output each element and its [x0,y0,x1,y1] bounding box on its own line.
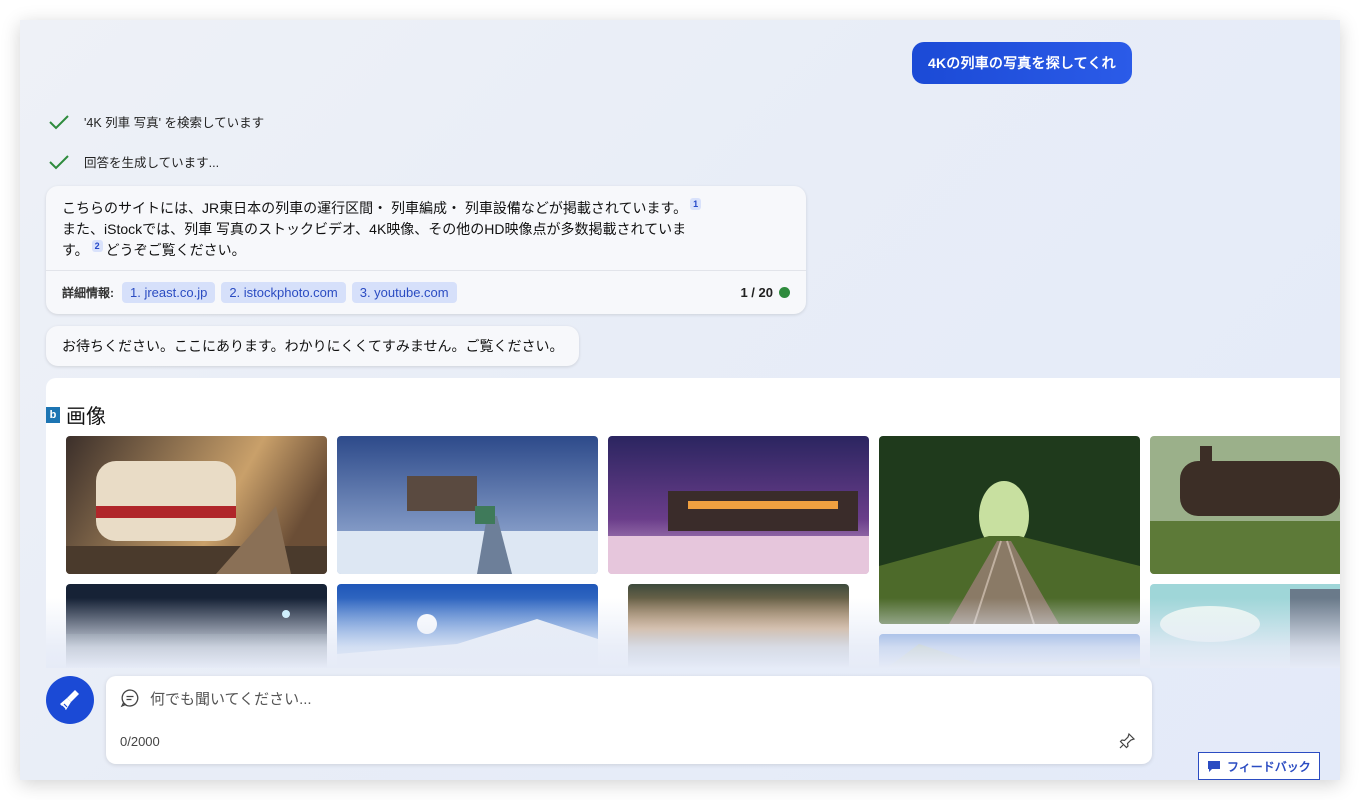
bing-logo-icon: b [46,406,60,423]
source-link-jreast[interactable]: 1. jreast.co.jp [122,282,216,303]
chat-input-box: 0/2000 [106,676,1152,764]
images-header: b 画像 [46,400,106,429]
counter-text: 1 / 20 [740,285,773,300]
sources-label: 詳細情報: [62,286,114,300]
response-counter: 1 / 20 [740,285,790,300]
citation-1[interactable]: 1 [690,198,702,211]
chat-bubble-icon [120,689,139,708]
answer-text: こちらのサイトには、JR東日本の列車の運行区間・ 列車編成・ 列車設備などが掲載… [46,186,806,270]
images-title: 画像 [66,406,106,428]
user-message-bubble: 4Kの列車の写真を探してくれ [912,42,1132,84]
image-thumbnail-red-train-sunset[interactable] [66,436,327,574]
answer-card: こちらのサイトには、JR東日本の列車の運行区間・ 列車編成・ 列車設備などが掲載… [46,186,806,314]
images-panel: b 画像 [46,378,1340,668]
answer-line: また、iStockでは、列車 写真のストックビデオ、4K映像、その他のHD映像点… [62,221,687,237]
source-link-istockphoto[interactable]: 2. istockphoto.com [221,282,346,303]
answer-line: どうぞご覧ください。 [105,242,246,258]
check-icon [49,154,69,169]
feedback-button[interactable]: フィードバック [1198,752,1320,780]
pin-icon[interactable] [1118,732,1136,750]
citation-2[interactable]: 2 [91,240,103,253]
status-searching: '4K 列車 写真' を検索しています [48,112,264,131]
chat-window: 4Kの列車の写真を探してくれ '4K 列車 写真' を検索しています 回答を生成… [20,20,1340,780]
char-count: 0/2000 [120,734,160,749]
status-text: '4K 列車 写真' を検索しています [84,116,265,130]
source-link-youtube[interactable]: 3. youtube.com [351,282,457,303]
status-dot-icon [779,287,790,298]
image-thumbnail-old-steam-locomotive[interactable] [1150,436,1340,574]
image-thumbnail-night-snow-train[interactable] [608,436,869,574]
status-text: 回答を生成しています... [84,156,220,170]
status-generating: 回答を生成しています... [48,152,219,171]
chat-input[interactable] [150,686,1050,712]
image-thumbnail-forest-tunnel-track[interactable] [879,436,1140,624]
answer-line: こちらのサイトには、JR東日本の列車の運行区間・ 列車編成・ 列車設備などが掲載… [62,200,688,216]
new-topic-button[interactable] [46,676,94,724]
answer-line: す。 [62,242,89,258]
sources-bar: 詳細情報: 1. jreast.co.jp 2. istockphoto.com… [46,270,806,314]
check-icon [49,114,69,129]
image-thumbnail-snowy-station[interactable] [337,436,598,574]
feedback-label: フィードバック [1227,759,1311,774]
images-fade-overlay [46,598,1340,668]
broom-icon [60,690,79,710]
feedback-icon [1208,760,1220,772]
wait-message: お待ちください。ここにあります。わかりにくくてすみません。ご覧ください。 [46,326,580,366]
